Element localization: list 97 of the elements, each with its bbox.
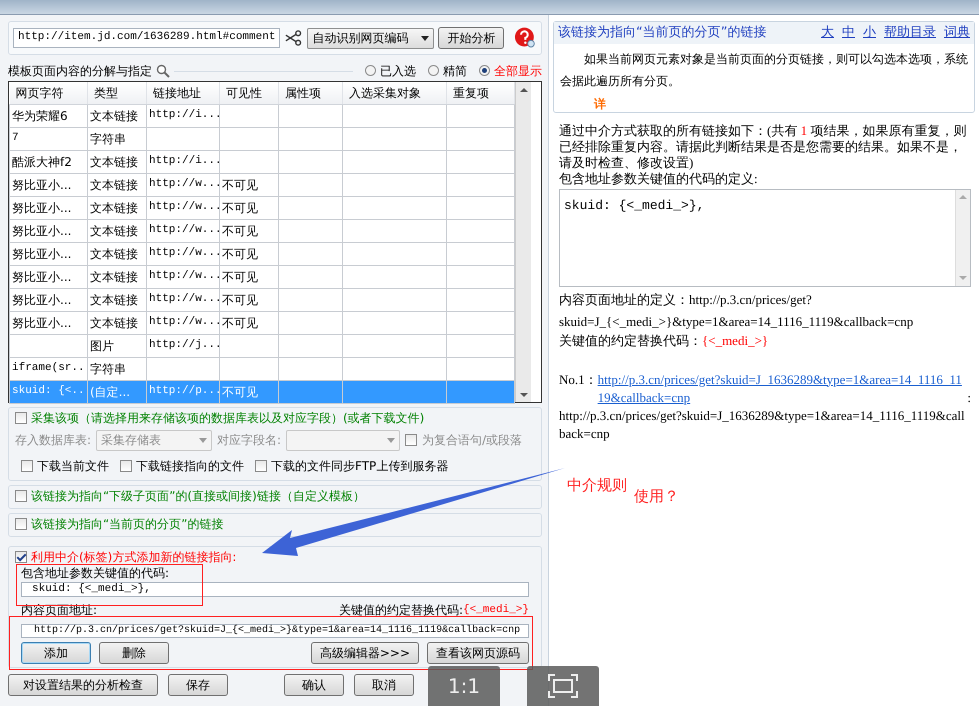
- column-header[interactable]: 重复项: [446, 82, 514, 104]
- table-cell: 不可见: [222, 178, 258, 192]
- code-definition-area[interactable]: skuid: {<_medi_>},: [559, 188, 971, 287]
- table-cell: 努比亚小...: [12, 178, 72, 192]
- table-cell: 不可见: [222, 246, 258, 261]
- replace-code: {<_medi_>}: [702, 332, 768, 348]
- table-cell: 不可见: [222, 292, 258, 307]
- table-cell: 7: [12, 132, 19, 144]
- footer-button[interactable]: 对设置结果的分析检查: [8, 674, 158, 696]
- field-dropdown[interactable]: [286, 430, 400, 450]
- scissors-icon[interactable]: [284, 29, 304, 47]
- font-size-link[interactable]: 大: [821, 25, 834, 41]
- table-cell: 文本链接: [90, 154, 138, 169]
- column-header[interactable]: 网页字符: [10, 82, 88, 104]
- table-cell: 努比亚小...: [12, 292, 72, 307]
- table-cell: 努比亚小...: [12, 316, 72, 330]
- checkbox[interactable]: [15, 551, 27, 563]
- field-label: 关键值的约定替换代码：: [559, 332, 702, 348]
- replace-code: {<_medi_>}: [462, 603, 529, 618]
- footer-button[interactable]: 确认: [284, 674, 344, 696]
- table-cell: 不可见: [222, 200, 258, 215]
- table-cell: 文本链接: [90, 292, 138, 307]
- font-size-link[interactable]: 中: [842, 25, 855, 41]
- footer-button[interactable]: 保存: [168, 674, 228, 696]
- url-definition: 内容页面地址的定义：http://p.3.cn/prices/get?skuid=J_{<_medi_>}&type=1&area=14_1116_1119&callback=cnp: [559, 290, 914, 331]
- fullscreen-button[interactable]: [527, 666, 599, 706]
- action-button[interactable]: 查看该网页源码: [427, 642, 529, 664]
- table-cell: 文本链接: [90, 178, 138, 192]
- result-summary: 通过中介方式获取的所有链接如下：(共有 1 项结果，如果原有重复，则已经排除重复内容。请据此判断结果是否是您需要的结果。如果不是，请及时检查、修改设置): [559, 122, 968, 171]
- radio-label[interactable]: 全部显示: [494, 64, 542, 78]
- table-cell: 不可见: [222, 270, 258, 284]
- action-button[interactable]: 高级编辑器>>>: [310, 642, 419, 664]
- table-row[interactable]: 7 字符串: [10, 128, 514, 150]
- table-cell: 不可见: [222, 384, 258, 399]
- action-button[interactable]: 删除: [99, 642, 169, 664]
- column-header[interactable]: 属性项: [278, 82, 342, 104]
- help-link[interactable]: 词典: [944, 25, 970, 41]
- help-text: 如果当前网页元素对象是当前页面的分页链接，则可以勾选本选项，系统会据此遍历所有分页。: [559, 50, 969, 90]
- entry-number: No.1：: [559, 370, 598, 389]
- table-cell: 文本链接: [90, 246, 138, 261]
- section-title: 模板页面内容的分解与指定: [8, 64, 152, 78]
- content-url-field[interactable]: http://p.3.cn/prices/get?skuid=J_{<_medi_>}&type=1&area=14_1116_1119&callback=cnp: [21, 624, 529, 638]
- help-link[interactable]: 帮助目录: [884, 25, 936, 41]
- column-header[interactable]: 可见性: [220, 82, 278, 104]
- radio-button[interactable]: [479, 65, 490, 76]
- table-cell: 努比亚小...: [12, 200, 72, 215]
- fullscreen-icon: [548, 674, 578, 698]
- checkbox[interactable]: [15, 490, 27, 502]
- table-cell: 文本链接: [90, 270, 138, 284]
- column-header[interactable]: 入选采集对象: [342, 82, 446, 104]
- radio-label[interactable]: 已入选: [380, 64, 416, 78]
- table-cell: 字符串: [90, 362, 126, 376]
- table-cell: iframe(sr...: [12, 362, 86, 374]
- checkbox[interactable]: [15, 518, 27, 530]
- url-field[interactable]: http://item.jd.com/1636289.html#comment: [13, 28, 280, 48]
- radio-label[interactable]: 精简: [443, 64, 467, 78]
- field-label: 对应字段名:: [217, 432, 282, 448]
- table-cell: 图片: [90, 338, 114, 353]
- separator: :: [966, 388, 971, 407]
- search-icon[interactable]: [156, 64, 170, 78]
- table-cell: 华为荣耀6: [12, 108, 68, 123]
- result-link[interactable]: http://p.3.cn/prices/get?skuid=J_1636289&type=1&area=14_1116_1119&callback=cnp: [598, 370, 964, 407]
- column-header[interactable]: 类型: [88, 82, 146, 104]
- table-cell: 努比亚小...: [12, 270, 72, 284]
- table-cell: 文本链接: [90, 200, 138, 215]
- result-url: http://p.3.cn/prices/get?skuid=J_1636289&type=1&area=14_1116_1119&callback=cnp: [559, 406, 966, 443]
- radio-button[interactable]: [365, 65, 376, 76]
- column-header[interactable]: 链接地址: [146, 82, 220, 104]
- table-cell: 不可见: [222, 224, 258, 238]
- field-label: 包含地址参数关键值的代码的定义:: [559, 170, 759, 187]
- table-cell: 文本链接: [90, 316, 138, 330]
- font-size-link[interactable]: 小: [863, 25, 876, 41]
- annotation-text: 使用？: [634, 487, 679, 505]
- option-label[interactable]: 利用中介(标签)方式添加新的链接指向:: [31, 550, 236, 564]
- table-cell: 文本链接: [90, 108, 138, 123]
- table-cell: 努比亚小...: [12, 224, 72, 238]
- field-label: 存入数据库表:: [15, 432, 92, 448]
- table-cell: 酷派大神f2: [12, 154, 72, 169]
- table-cell: 文本链接: [90, 224, 138, 238]
- key-code-field[interactable]: skuid: {<_medi_>},: [21, 582, 529, 598]
- action-button[interactable]: 添加: [21, 642, 91, 664]
- radio-button[interactable]: [428, 65, 439, 76]
- start-analysis-button[interactable]: 开始分析: [438, 27, 504, 49]
- field-label: 关键值的约定替换代码:: [338, 603, 463, 618]
- encoding-dropdown[interactable]: 自动识别网页编码: [307, 28, 434, 48]
- help-icon[interactable]: [514, 26, 537, 50]
- table-cell: 字符串: [90, 132, 126, 146]
- table-cell: 不可见: [222, 316, 258, 330]
- table-cell: (自定...: [90, 384, 130, 399]
- scrollbar[interactable]: [515, 82, 531, 402]
- help-title: 该链接为指向“当前页的分页”的链接: [558, 25, 766, 41]
- actual-size-button[interactable]: 1:1: [428, 666, 500, 706]
- table-cell: 努比亚小...: [12, 246, 72, 261]
- field-label: 包含地址参数关键值的代码:: [21, 566, 170, 580]
- footer-button[interactable]: 取消: [354, 674, 414, 696]
- annotation-text: 中介规则: [567, 476, 627, 494]
- table-cell: skuid: {<...: [12, 385, 86, 398]
